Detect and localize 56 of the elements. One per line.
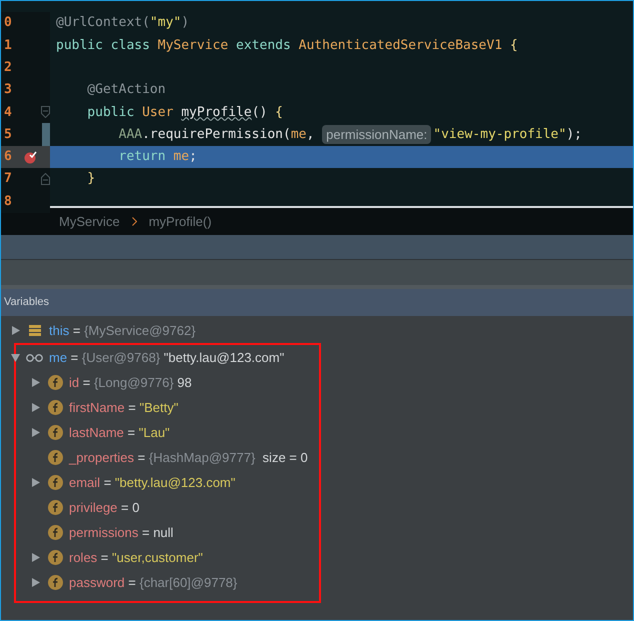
line-number: 5 — [3, 126, 13, 144]
field-icon — [48, 400, 62, 415]
code-text: } — [86, 170, 96, 188]
breakpoint-icon[interactable] — [24, 150, 38, 164]
code-text: public class MyService extends AuthenticatedServiceBaseV1 { — [56, 36, 518, 55]
stack-icon — [29, 325, 41, 336]
expand-arrow-icon[interactable] — [31, 428, 40, 437]
expand-arrow-icon[interactable] — [31, 378, 40, 387]
variable-text[interactable]: firstName = "Betty" — [69, 398, 178, 418]
expand-arrow-icon[interactable] — [31, 403, 40, 412]
variable-text[interactable]: _properties = {HashMap@9777} size = 0 — [69, 448, 308, 468]
line-number: 6 — [3, 148, 13, 166]
field-icon — [48, 550, 62, 565]
panel-title: Variables — [4, 295, 50, 310]
code-text: @GetAction — [86, 81, 166, 100]
field-icon — [48, 500, 62, 515]
field-icon — [48, 375, 62, 390]
line-number: 2 — [3, 58, 13, 77]
variable-text[interactable]: email = "betty.lau@123.com" — [69, 472, 236, 492]
breadcrumb-item[interactable]: MyService — [59, 212, 120, 232]
chevron-icon — [132, 217, 137, 226]
field-icon — [48, 425, 62, 440]
expand-arrow-icon[interactable] — [31, 478, 40, 487]
expand-arrow-icon[interactable] — [31, 578, 40, 587]
field-icon — [48, 450, 62, 465]
variable-text[interactable]: password = {char[60]@9778} — [69, 572, 238, 592]
variable-text[interactable]: me = {User@9768} "betty.lau@123.com" — [49, 348, 284, 368]
parameter-hint: permissionName: — [322, 124, 432, 144]
glasses-icon — [26, 354, 44, 362]
field-icon — [48, 575, 62, 590]
field-icon — [48, 475, 62, 490]
variable-text[interactable]: permissions = null — [69, 522, 174, 542]
field-icon — [48, 525, 62, 540]
line-number: 8 — [3, 192, 13, 211]
variable-text[interactable]: id = {Long@9776} 98 — [69, 372, 192, 392]
line-number: 4 — [3, 104, 13, 122]
line-number: 3 — [3, 81, 13, 100]
line-number: 1 — [3, 36, 13, 55]
breadcrumb-item[interactable]: myProfile() — [148, 212, 212, 232]
variable-text[interactable]: this = {MyService@9762} — [49, 320, 196, 340]
variable-text[interactable]: roles = "user,customer" — [69, 548, 203, 568]
line-number: 7 — [3, 170, 13, 188]
fold-icon[interactable] — [41, 173, 50, 186]
code-text: @UrlContext("my") — [56, 14, 190, 32]
collapse-arrow-icon[interactable] — [11, 353, 20, 362]
change-marker — [42, 123, 50, 146]
variable-text[interactable]: privilege = 0 — [69, 498, 140, 518]
line-number: 0 — [3, 14, 13, 32]
variable-text[interactable]: lastName = "Lau" — [69, 422, 170, 442]
code-text: return me; — [118, 148, 197, 166]
expand-arrow-icon[interactable] — [11, 326, 20, 335]
code-text: "view-my-profile"); — [433, 126, 582, 144]
code-text: AAA.requirePermission(me, — [118, 126, 316, 144]
expand-arrow-icon[interactable] — [31, 553, 40, 562]
code-text: public User myProfile() { — [86, 104, 283, 122]
fold-icon[interactable] — [41, 106, 50, 118]
